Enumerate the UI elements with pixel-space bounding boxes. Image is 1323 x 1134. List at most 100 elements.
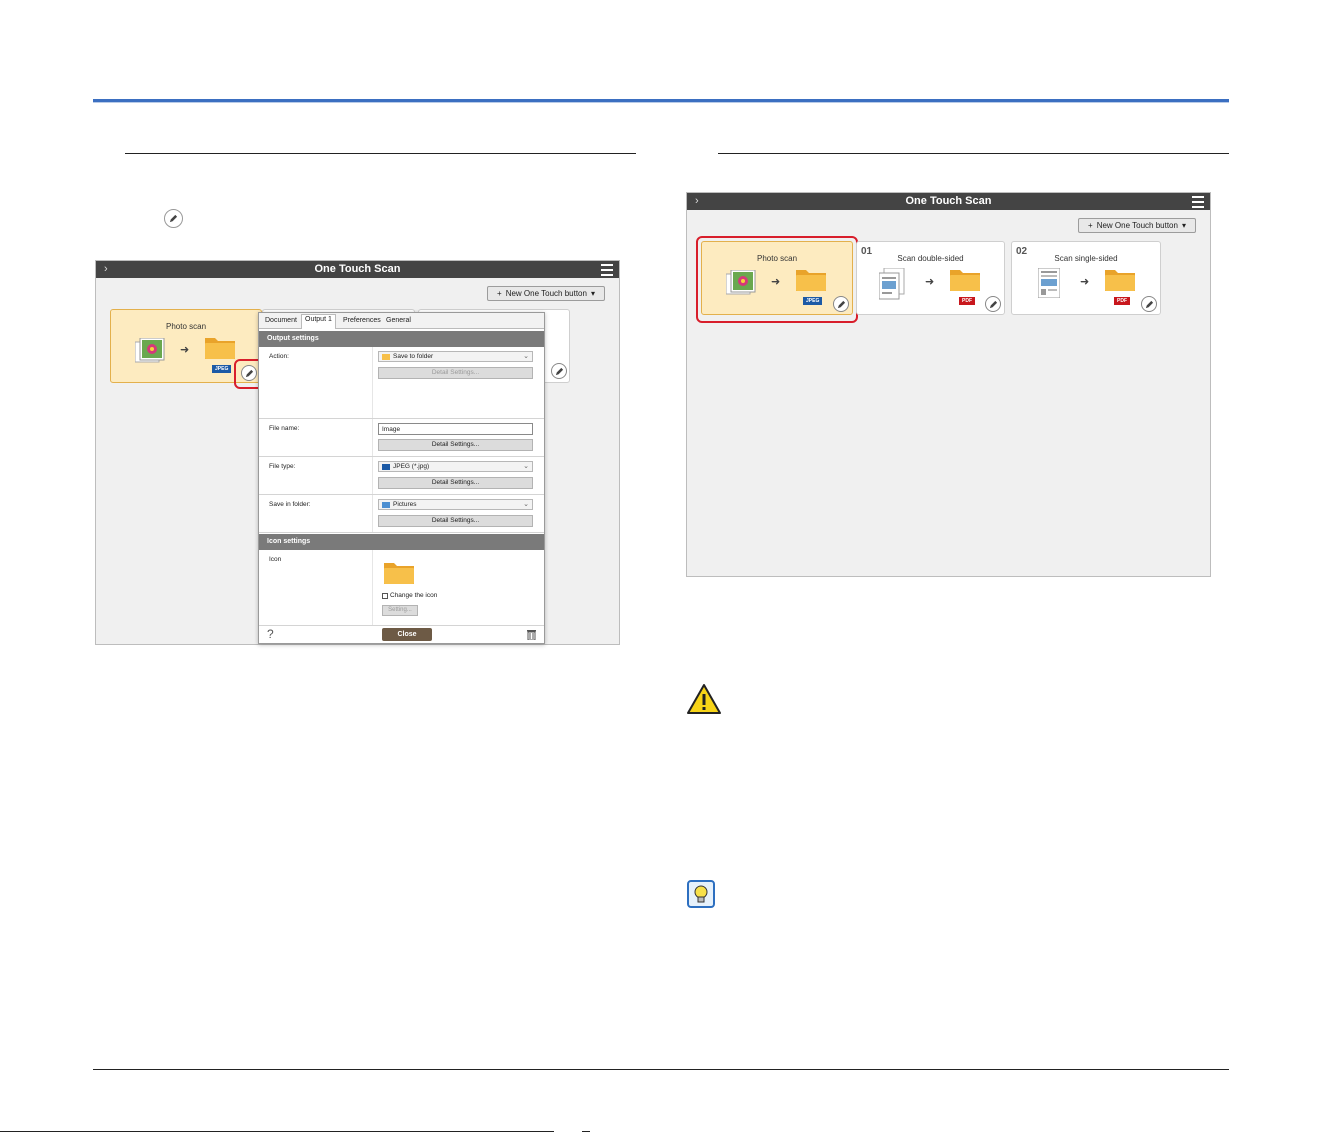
action-detail-button[interactable]: Detail Settings... [378, 367, 533, 379]
plus-icon: + [497, 289, 502, 298]
photo-icon [726, 270, 756, 295]
file-type-row: File type: JPEG (*.jpg) ⌄ Detail Setting… [259, 457, 544, 495]
double-sided-document-icon [879, 268, 905, 300]
file-name-label: File name: [269, 425, 300, 432]
manual-page: › One Touch Scan + New One Touch button … [0, 0, 1323, 1134]
new-button-label: New One Touch button [505, 289, 587, 298]
window-title: One Touch Scan [905, 195, 992, 207]
output-settings-header: Output settings [259, 331, 544, 347]
dropdown-arrow-icon: ▾ [590, 289, 595, 298]
save-folder-row: Save in folder: Pictures ⌄ Detail Settin… [259, 495, 544, 533]
arrow-icon: ➜ [1080, 276, 1090, 288]
icon-label: Icon [269, 556, 282, 563]
tab-output-1[interactable]: Output 1 [301, 314, 336, 329]
file-name-input[interactable]: Image [378, 423, 533, 435]
icon-settings-header: Icon settings [259, 534, 544, 550]
action-row: Action: Save to folder ⌄ Detail Settings… [259, 347, 544, 419]
left-titlebar: › One Touch Scan [96, 261, 619, 278]
pencil-icon[interactable] [833, 296, 849, 312]
right-titlebar: › One Touch Scan [687, 193, 1210, 210]
change-icon-checkbox[interactable]: Change the icon [382, 592, 437, 599]
file-type-select[interactable]: JPEG (*.jpg) ⌄ [378, 461, 533, 472]
change-icon-label: Change the icon [390, 592, 438, 599]
action-select[interactable]: Save to folder ⌄ [378, 351, 533, 362]
chevron-down-icon: ⌄ [523, 501, 529, 508]
lightbulb-hint-icon [687, 880, 715, 908]
new-one-touch-button[interactable]: + New One Touch button ▾ [1078, 218, 1196, 233]
chevron-down-icon: ⌄ [523, 353, 529, 360]
tab-general[interactable]: General [383, 316, 414, 325]
scan-single-sided-card[interactable]: 02 Scan single-sided ➜ PDF [1011, 241, 1161, 315]
header-rule-shadow [93, 102, 1229, 103]
card-title: Scan double-sided [897, 254, 964, 263]
row-divider [372, 419, 373, 456]
scan-double-sided-card[interactable]: 01 Scan double-sided ➜ PDF [856, 241, 1005, 315]
card-title: Scan single-sided [1054, 254, 1118, 263]
chevron-down-icon: ⌄ [523, 463, 529, 470]
folder-icon [384, 563, 414, 584]
expand-chevron-icon[interactable]: › [695, 193, 699, 210]
trash-icon[interactable] [527, 629, 536, 640]
card-title: Photo scan [756, 254, 798, 263]
save-folder-value: Pictures [393, 501, 417, 508]
save-folder-label: Save in folder: [269, 501, 311, 508]
hamburger-menu-icon[interactable] [601, 264, 613, 279]
single-sided-document-icon [1038, 268, 1060, 298]
file-type-detail-button[interactable]: Detail Settings... [378, 477, 533, 489]
pdf-badge: PDF [959, 297, 975, 305]
action-label: Action: [269, 353, 289, 360]
pdf-badge: PDF [1114, 297, 1130, 305]
tab-document[interactable]: Document [262, 316, 300, 325]
icon-row: Icon Change the icon Setting... [259, 550, 544, 625]
new-button-label: New One Touch button [1096, 221, 1178, 230]
plus-icon: + [1088, 221, 1093, 230]
footer-rule [93, 1069, 1229, 1070]
file-type-label: File type: [269, 463, 296, 470]
left-section-rule [125, 153, 636, 154]
row-divider [372, 550, 373, 625]
row-divider [372, 347, 373, 418]
pencil-icon[interactable] [985, 296, 1001, 312]
warning-triangle-icon [687, 684, 721, 714]
row-divider [372, 457, 373, 494]
pencil-icon[interactable] [551, 363, 567, 379]
row-divider [372, 495, 373, 532]
save-folder-select[interactable]: Pictures ⌄ [378, 499, 533, 510]
settings-dialog: Document Output 1 Preferences General Ou… [258, 312, 545, 644]
pictures-folder-icon [382, 501, 390, 508]
bottom-rule [0, 1131, 554, 1132]
dropdown-arrow-icon: ▾ [1181, 221, 1186, 230]
photo-icon [135, 338, 165, 363]
save-folder-detail-button[interactable]: Detail Settings... [378, 515, 533, 527]
close-button[interactable]: Close [382, 628, 432, 641]
expand-chevron-icon[interactable]: › [104, 261, 108, 278]
new-one-touch-button[interactable]: + New One Touch button ▾ [487, 286, 605, 301]
jpeg-file-icon [382, 463, 390, 470]
pencil-icon[interactable] [1141, 296, 1157, 312]
file-type-value: JPEG (*.jpg) [393, 463, 430, 470]
tab-preferences[interactable]: Preferences [340, 316, 384, 325]
action-value: Save to folder [393, 353, 434, 360]
file-name-detail-button[interactable]: Detail Settings... [378, 439, 533, 451]
hamburger-menu-icon[interactable] [1192, 196, 1204, 211]
help-icon[interactable]: ? [267, 627, 274, 641]
folder-icon [1105, 270, 1135, 291]
right-one-touch-window: › One Touch Scan + New One Touch button … [686, 192, 1211, 577]
left-one-touch-window: › One Touch Scan + New One Touch button … [95, 260, 620, 645]
folder-icon [382, 353, 390, 360]
folder-icon [205, 338, 235, 359]
card-title: Photo scan [165, 322, 207, 331]
arrow-icon: ➜ [771, 276, 781, 288]
photo-scan-card[interactable]: Photo scan ➜ JPEG [701, 241, 853, 315]
setting-button[interactable]: Setting... [382, 605, 418, 616]
folder-icon [796, 270, 826, 291]
file-name-row: File name: Image Detail Settings... [259, 419, 544, 457]
bottom-dash [582, 1131, 590, 1132]
pencil-icon[interactable] [241, 365, 257, 381]
inline-edit-icon [164, 209, 183, 228]
jpeg-badge: JPEG [803, 297, 823, 305]
arrow-icon: ➜ [925, 276, 935, 288]
right-section-rule [718, 153, 1229, 154]
tab-strip: Document Output 1 Preferences General [259, 313, 544, 329]
jpeg-badge: JPEG [212, 365, 232, 373]
